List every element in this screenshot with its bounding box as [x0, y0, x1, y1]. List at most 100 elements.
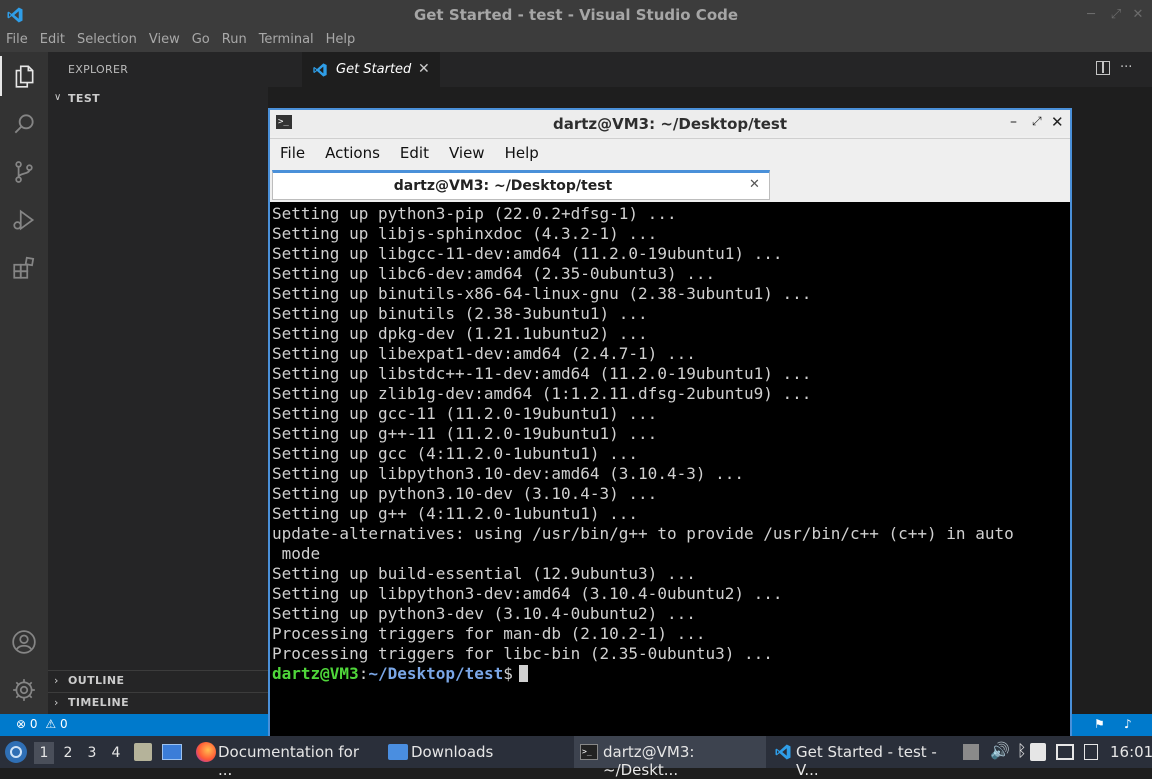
terminal-menu-file[interactable]: File	[274, 140, 313, 168]
firefox-icon	[196, 742, 216, 762]
folder-icon	[388, 744, 408, 760]
account-icon[interactable]	[8, 626, 40, 658]
terminal-line: Setting up libstdc++-11-dev:amd64 (11.2.…	[272, 364, 812, 383]
menu-selection[interactable]: Selection	[71, 30, 143, 52]
explorer-sidebar: EXPLORER ··· ∨ TEST › OUTLINE › TIMELINE	[48, 52, 286, 714]
terminal-line: Setting up libexpat1-dev:amd64 (2.4.7-1)…	[272, 344, 696, 363]
menu-file[interactable]: File	[0, 30, 34, 52]
terminal-menu-actions[interactable]: Actions	[319, 140, 388, 168]
activity-bar	[0, 52, 48, 714]
desktop-launcher-icon[interactable]	[162, 744, 182, 760]
gear-icon[interactable]	[8, 674, 40, 706]
source-control-icon[interactable]	[8, 156, 40, 188]
terminal-window-title: dartz@VM3: ~/Desktop/test	[552, 115, 788, 133]
divider	[270, 138, 1070, 139]
error-icon: ⊗	[16, 717, 27, 731]
warning-count: 0	[59, 717, 68, 731]
task-downloads[interactable]: Downloads	[384, 736, 504, 768]
task-firefox[interactable]: Documentation for ...	[192, 736, 374, 779]
workspace-4[interactable]: 4	[106, 742, 126, 764]
terminal-cursor	[518, 665, 528, 682]
menu-terminal[interactable]: Terminal	[253, 30, 320, 52]
volume-icon[interactable]: 🔊	[990, 741, 1010, 760]
terminal-menu-view[interactable]: View	[443, 140, 493, 168]
run-debug-icon[interactable]	[8, 204, 40, 236]
start-menu-icon[interactable]	[5, 741, 27, 763]
explorer-files-icon[interactable]	[8, 60, 40, 92]
vscode-icon	[775, 744, 791, 760]
tab-close-icon[interactable]: ✕	[418, 61, 430, 77]
task-vscode[interactable]: Get Started - test - V...	[768, 736, 954, 779]
workspace-1[interactable]: 1	[34, 742, 54, 764]
timeline-section[interactable]: TIMELINE	[68, 696, 129, 709]
menu-edit[interactable]: Edit	[34, 30, 71, 52]
minimize-icon[interactable]: ─	[1083, 7, 1099, 23]
menu-help[interactable]: Help	[320, 30, 362, 52]
terminal-line: update-alternatives: using /usr/bin/g++ …	[272, 524, 1014, 543]
window-title: Get Started - test - Visual Studio Code	[413, 6, 739, 24]
terminal-tab-close-icon[interactable]: ✕	[749, 177, 760, 192]
terminal-menu-edit[interactable]: Edit	[394, 140, 437, 168]
terminal-line: mode	[272, 544, 321, 563]
terminal-line: Setting up python3-pip (22.0.2+dfsg-1) .…	[272, 204, 677, 223]
notifications-bell-icon[interactable]: ♪	[1124, 717, 1132, 731]
tab-get-started[interactable]: Get Started ✕	[302, 52, 440, 87]
terminal-minimize-icon[interactable]: –	[1010, 114, 1017, 130]
terminal-close-icon[interactable]: ✕	[1051, 113, 1064, 131]
split-editor-icon[interactable]	[1096, 61, 1110, 75]
terminal-line: Setting up libjs-sphinxdoc (4.3.2-1) ...	[272, 224, 658, 243]
chevron-right-icon[interactable]: ›	[54, 674, 58, 687]
terminal-line: Setting up build-essential (12.9ubuntu3)…	[272, 564, 696, 583]
error-count: 0	[29, 717, 38, 731]
warning-icon: ⚠	[45, 717, 57, 731]
terminal-icon: >_	[580, 744, 598, 760]
menu-view[interactable]: View	[143, 30, 186, 52]
terminal-line: Setting up python3.10-dev (3.10.4-3) ...	[272, 484, 658, 503]
active-indicator	[0, 56, 2, 96]
workspace-2[interactable]: 2	[58, 742, 78, 764]
clock: 16:01	[1110, 743, 1152, 761]
terminal-prompt[interactable]: dartz@VM3:~/Desktop/test$	[272, 664, 1068, 684]
terminal-line: Setting up g++ (4:11.2.0-1ubuntu1) ...	[272, 504, 639, 523]
terminal-output[interactable]: Setting up python3-pip (22.0.2+dfsg-1) .…	[270, 202, 1070, 736]
network-icon[interactable]	[1056, 744, 1074, 760]
divider	[48, 670, 268, 671]
task-terminal-label: dartz@VM3: ~/Deskt...	[603, 743, 695, 779]
close-icon[interactable]: ✕	[1130, 7, 1146, 23]
bluetooth-icon[interactable]: ᛒ	[1017, 741, 1027, 760]
vscode-tab-icon	[313, 63, 327, 77]
terminal-tab[interactable]: dartz@VM3: ~/Desktop/test ✕	[272, 170, 770, 200]
workspace-3[interactable]: 3	[82, 742, 102, 764]
battery-icon[interactable]	[1084, 744, 1098, 760]
problems-indicator[interactable]: ⊗ 0 ⚠ 0	[16, 717, 68, 731]
menu-go[interactable]: Go	[186, 30, 216, 52]
folder-test[interactable]: TEST	[68, 92, 100, 105]
extensions-icon[interactable]	[8, 252, 40, 284]
chevron-right-icon[interactable]: ›	[54, 696, 58, 709]
tab-label: Get Started	[336, 62, 412, 77]
terminal-menu-help[interactable]: Help	[499, 140, 547, 168]
task-terminal[interactable]: >_ dartz@VM3: ~/Deskt...	[574, 736, 766, 779]
task-downloads-label: Downloads	[411, 743, 494, 761]
outline-section[interactable]: OUTLINE	[68, 674, 124, 687]
terminal-line: Setting up gcc-11 (11.2.0-19ubuntu1) ...	[272, 404, 658, 423]
vscode-titlebar: Get Started - test - Visual Studio Code …	[0, 0, 1152, 30]
terminal-titlebar: >_ dartz@VM3: ~/Desktop/test – ⤢ ✕	[270, 110, 1070, 136]
terminal-tab-label: dartz@VM3: ~/Desktop/test	[393, 178, 613, 194]
feedback-icon[interactable]: ⚑	[1094, 717, 1105, 731]
terminal-line: Setting up binutils (2.38-3ubuntu1) ...	[272, 304, 648, 323]
task-vscode-label: Get Started - test - V...	[796, 743, 937, 779]
chevron-down-icon[interactable]: ∨	[54, 92, 61, 103]
search-icon[interactable]	[8, 108, 40, 140]
maximize-icon[interactable]: ⤢	[1108, 7, 1124, 23]
terminal-line: Setting up dpkg-dev (1.21.1ubuntu2) ...	[272, 324, 648, 343]
terminal-line: Processing triggers for man-db (2.10.2-1…	[272, 624, 706, 643]
terminal-maximize-icon[interactable]: ⤢	[1032, 114, 1042, 129]
notes-tray-icon[interactable]	[1030, 743, 1046, 761]
file-manager-launcher-icon[interactable]	[134, 743, 152, 761]
menu-run[interactable]: Run	[216, 30, 253, 52]
taskbar: 1 2 3 4 Documentation for ... Downloads …	[0, 736, 1152, 779]
clipboard-tray-icon[interactable]	[963, 744, 979, 760]
explorer-header: EXPLORER	[68, 63, 129, 76]
editor-more-icon[interactable]: ···	[1120, 60, 1132, 75]
